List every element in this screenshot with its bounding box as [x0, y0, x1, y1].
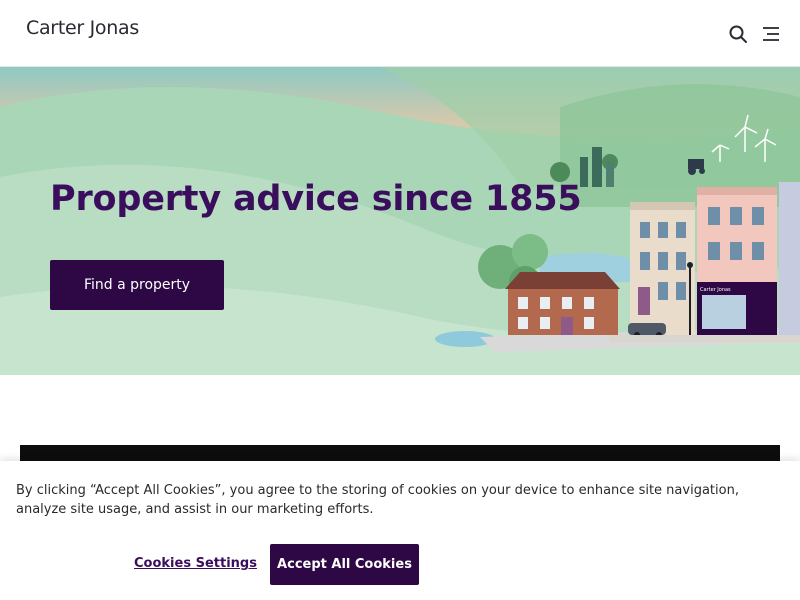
menu-icon[interactable] [761, 24, 781, 44]
cookie-message: By clicking “Accept All Cookies”, you ag… [16, 483, 739, 517]
site-header: Carter Jonas [0, 0, 800, 67]
cookies-settings-link[interactable]: Cookies Settings [134, 556, 257, 571]
hero-title: Property advice since 1855 [50, 179, 582, 219]
hero-illustration: Carter Jonas [0, 67, 800, 375]
find-property-button[interactable]: Find a property [50, 260, 224, 310]
accept-all-cookies-button[interactable]: Accept All Cookies [270, 544, 419, 585]
shop-sign: Carter Jonas [700, 287, 731, 293]
hero-banner: Carter Jonas Property advice since 1855 … [0, 67, 800, 375]
cookie-banner: By clicking “Accept All Cookies”, you ag… [0, 461, 800, 600]
carter-jonas-logo[interactable]: Carter Jonas [26, 17, 139, 39]
search-icon[interactable] [728, 24, 748, 44]
